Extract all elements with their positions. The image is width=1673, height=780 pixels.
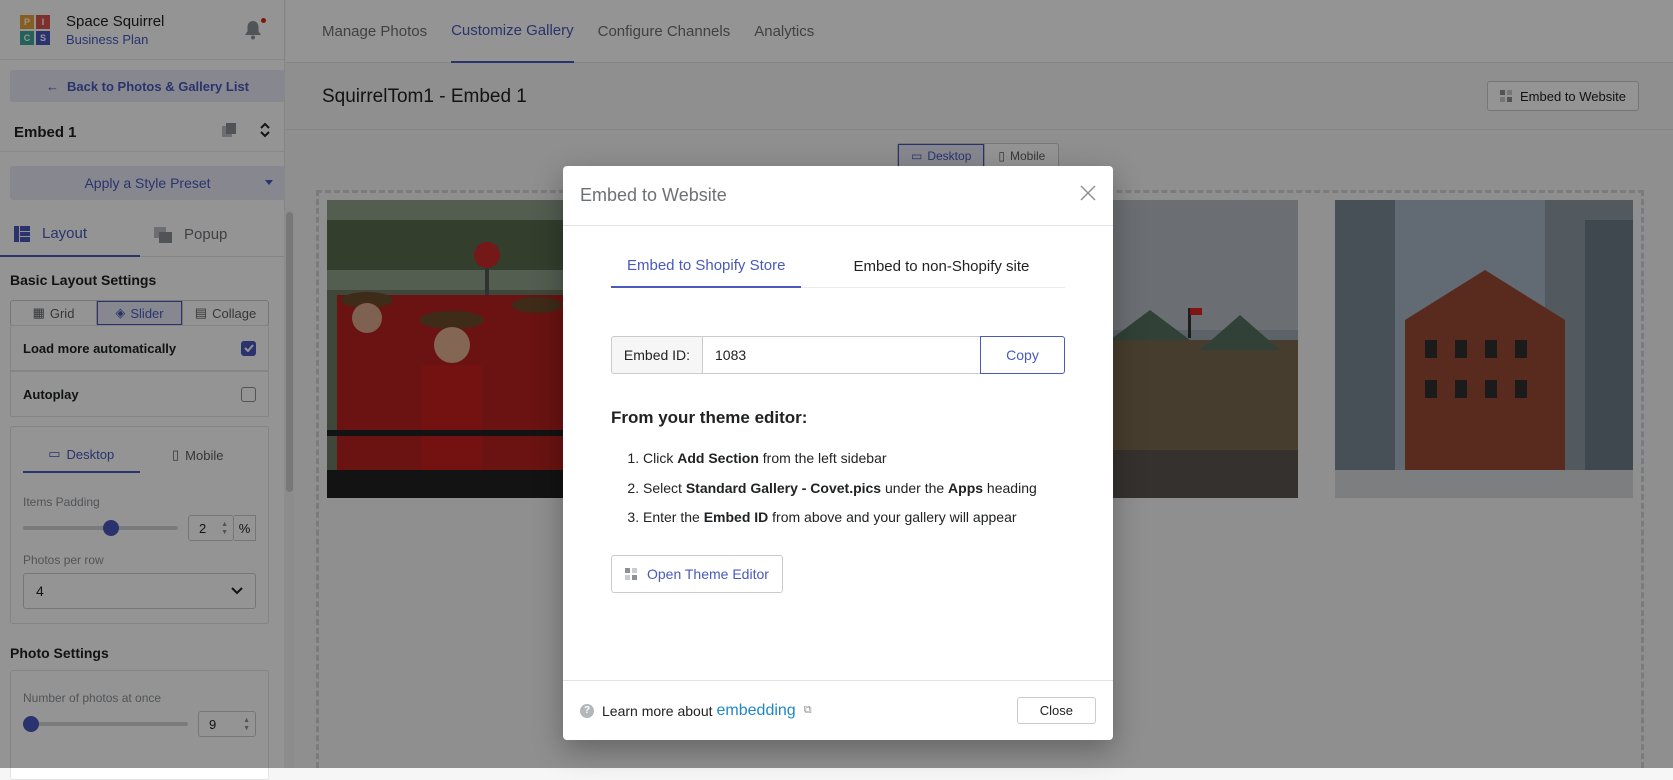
embed-id-group: Embed ID: 1083 Copy (611, 336, 1065, 374)
modal-footer: ? Learn more about embedding ⧉ Close (563, 680, 1113, 740)
step-item: Click Add Section from the left sidebar (643, 444, 1037, 474)
learn-more-text: Learn more about (602, 702, 713, 719)
step-bold: Add Section (677, 450, 759, 466)
app-root: P I C S Space Squirrel Business Plan ← B… (0, 0, 1673, 780)
tab-embed-non-shopify[interactable]: Embed to non-Shopify site (837, 244, 1045, 288)
embedding-link[interactable]: embedding (717, 702, 796, 720)
embed-id-label: Embed ID: (611, 336, 703, 374)
step-text: Click (643, 450, 678, 466)
step-text: Enter the (643, 509, 704, 525)
tab-embed-shopify[interactable]: Embed to Shopify Store (611, 244, 802, 288)
embed-modal: Embed to Website Embed to Shopify Store … (563, 166, 1113, 740)
step-text: from the left sidebar (758, 450, 887, 466)
open-editor-label: Open Theme Editor (647, 566, 769, 582)
external-link-icon[interactable]: ⧉ (804, 704, 812, 717)
step-bold: Embed ID (703, 509, 769, 525)
step-text: heading (983, 479, 1037, 496)
modal-title: Embed to Website (580, 185, 727, 205)
step-text: under the (881, 479, 949, 496)
copy-button[interactable]: Copy (980, 336, 1065, 374)
close-button[interactable]: Close (1016, 697, 1096, 724)
instruction-steps: Click Add Section from the left sidebar … (611, 444, 1037, 533)
step-text: Select (643, 479, 686, 496)
help-icon: ? (580, 703, 594, 718)
theme-editor-heading: From your theme editor: (611, 408, 808, 427)
step-text: from above and your gallery will appear (768, 509, 1017, 525)
modal-tabs: Embed to Shopify Store Embed to non-Shop… (611, 244, 1065, 288)
step-item: Select Standard Gallery - Covet.pics und… (643, 474, 1037, 504)
embed-id-input[interactable]: 1083 (703, 336, 980, 374)
step-item: Enter the Embed ID from above and your g… (643, 503, 1037, 533)
modal-header: Embed to Website (563, 166, 1113, 226)
step-bold: Standard Gallery - Covet.pics (685, 479, 882, 496)
open-theme-editor-button[interactable]: Open Theme Editor (611, 555, 783, 593)
close-icon[interactable] (1080, 185, 1096, 206)
theme-editor-icon (625, 568, 637, 580)
step-bold: Apps (948, 479, 984, 496)
